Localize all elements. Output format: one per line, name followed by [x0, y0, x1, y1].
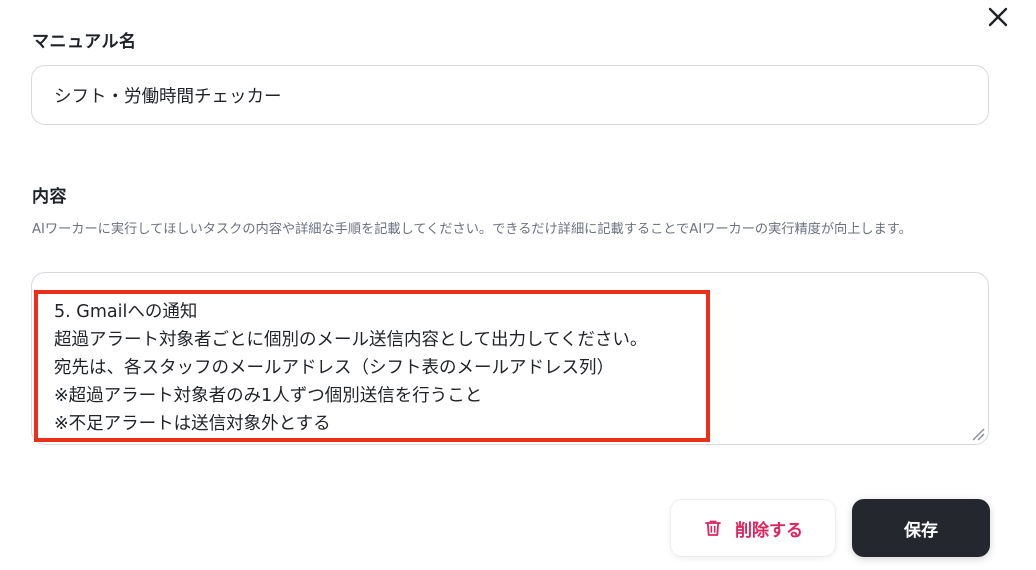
content-label: 内容 [32, 187, 67, 207]
content-textarea[interactable]: 5. Gmailへの通知超過アラート対象者ごとに個別のメール送信内容として出力し… [31, 272, 989, 445]
content-line: 5. Gmailへの通知 [54, 302, 198, 322]
save-button-label: 保存 [904, 520, 938, 541]
content-line: 超過アラート対象者ごとに個別のメール送信内容として出力してください。 [54, 330, 648, 350]
trash-icon [705, 520, 721, 536]
manual-name-label: マニュアル名 [32, 32, 137, 52]
manual-edit-dialog: マニュアル名 内容 AIワーカーに実行してほしいタスクの内容や詳細な手順を記載し… [0, 0, 1036, 570]
content-help-text: AIワーカーに実行してほしいタスクの内容や詳細な手順を記載してください。できるだ… [32, 222, 912, 237]
content-line: 宛先は、各スタッフのメールアドレス（シフト表のメールアドレス列） [54, 358, 614, 378]
content-text: 5. Gmailへの通知超過アラート対象者ごとに個別のメール送信内容として出力し… [54, 298, 647, 438]
close-button[interactable] [985, 4, 1011, 30]
manual-name-input[interactable] [31, 65, 989, 125]
close-icon [988, 7, 1008, 27]
content-line: ※不足アラートは送信対象外とする [54, 414, 331, 434]
content-line: ※超過アラート対象者のみ1人ずつ個別送信を行うこと [54, 386, 483, 406]
save-button[interactable]: 保存 [852, 499, 990, 557]
delete-button-label: 削除する [735, 520, 803, 541]
delete-button[interactable]: 削除する [670, 499, 836, 557]
resize-handle-icon[interactable] [970, 426, 986, 442]
